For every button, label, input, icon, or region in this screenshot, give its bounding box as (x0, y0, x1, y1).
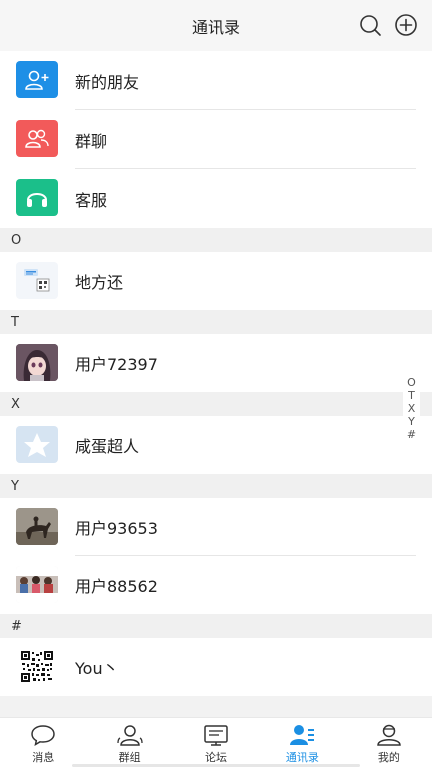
group-chat-icon (16, 120, 58, 157)
contact-item[interactable]: 地方还 (0, 252, 432, 310)
nav-label: 通讯录 (285, 751, 319, 764)
nav-groups[interactable]: 群组 (86, 718, 172, 768)
section-header-y: Y (0, 474, 432, 498)
anime-girl-avatar (16, 344, 58, 381)
contact-item[interactable]: You丶 (0, 638, 432, 696)
star-placeholder-avatar (16, 426, 58, 463)
nav-label: 消息 (32, 751, 55, 764)
new-friends-item[interactable]: 新的朋友 (0, 51, 432, 110)
contacts-page: 通讯录 新的朋友 群聊 客服 O 地方还 T 用户72397 X 咸蛋超人 Y … (0, 0, 432, 768)
bottom-nav: 消息 群组 论坛 通讯录 我的 (0, 717, 432, 768)
add-friend-icon (16, 61, 58, 98)
index-letter[interactable]: Y (408, 416, 415, 428)
group-chat-label: 群聊 (75, 131, 108, 151)
group-icon (116, 725, 143, 746)
nav-contacts[interactable]: 通讯录 (259, 718, 345, 768)
contact-name: 用户93653 (75, 519, 158, 538)
section-header-o: O (0, 228, 432, 252)
index-letter[interactable]: T (408, 389, 415, 402)
customer-service-item[interactable]: 客服 (0, 169, 432, 228)
new-friends-label: 新的朋友 (75, 72, 140, 92)
header-bar: 通讯录 (0, 0, 432, 51)
index-letter[interactable]: # (407, 429, 416, 441)
contact-name: 用户72397 (75, 355, 158, 374)
section-header-t: T (0, 310, 432, 334)
index-letter[interactable]: O (407, 376, 416, 389)
contacts-icon (290, 725, 315, 745)
nav-label: 论坛 (205, 751, 228, 764)
chat-bubble-icon (31, 725, 55, 747)
contact-name: You丶 (75, 659, 119, 678)
horse-rider-avatar (16, 508, 58, 545)
profile-icon (377, 724, 401, 746)
contact-item[interactable]: 用户72397 (0, 334, 432, 392)
customer-service-label: 客服 (75, 190, 108, 210)
section-header-x: X (0, 392, 432, 416)
section-header-hash: # (0, 614, 432, 638)
nav-forum[interactable]: 论坛 (173, 718, 259, 768)
contact-name: 咸蛋超人 (75, 437, 140, 456)
page-title: 通讯录 (191, 17, 240, 37)
headset-icon (16, 179, 58, 216)
nav-messages[interactable]: 消息 (0, 718, 86, 768)
group-photo-avatar (16, 566, 58, 603)
forum-icon (204, 725, 228, 746)
contact-name: 地方还 (75, 273, 124, 292)
nav-label: 我的 (377, 751, 400, 764)
header-actions (358, 13, 418, 37)
index-letter[interactable]: X (408, 402, 416, 415)
group-chat-item[interactable]: 群聊 (0, 110, 432, 169)
alphabet-index-bar[interactable]: O T X Y # (403, 374, 420, 444)
add-icon[interactable] (394, 13, 418, 37)
contacts-list: 新的朋友 群聊 客服 O 地方还 T 用户72397 X 咸蛋超人 Y 用户93… (0, 51, 432, 696)
search-icon[interactable] (358, 13, 382, 37)
nav-label: 群组 (118, 751, 141, 764)
home-indicator (72, 764, 360, 767)
qr-code-avatar (16, 648, 58, 685)
contact-name: 用户88562 (75, 577, 158, 596)
contact-item[interactable]: 用户88562 (0, 556, 432, 614)
contact-item[interactable]: 用户93653 (0, 498, 432, 556)
nav-profile[interactable]: 我的 (346, 718, 432, 768)
qr-card-avatar (16, 262, 58, 299)
contact-item[interactable]: 咸蛋超人 (0, 416, 432, 474)
